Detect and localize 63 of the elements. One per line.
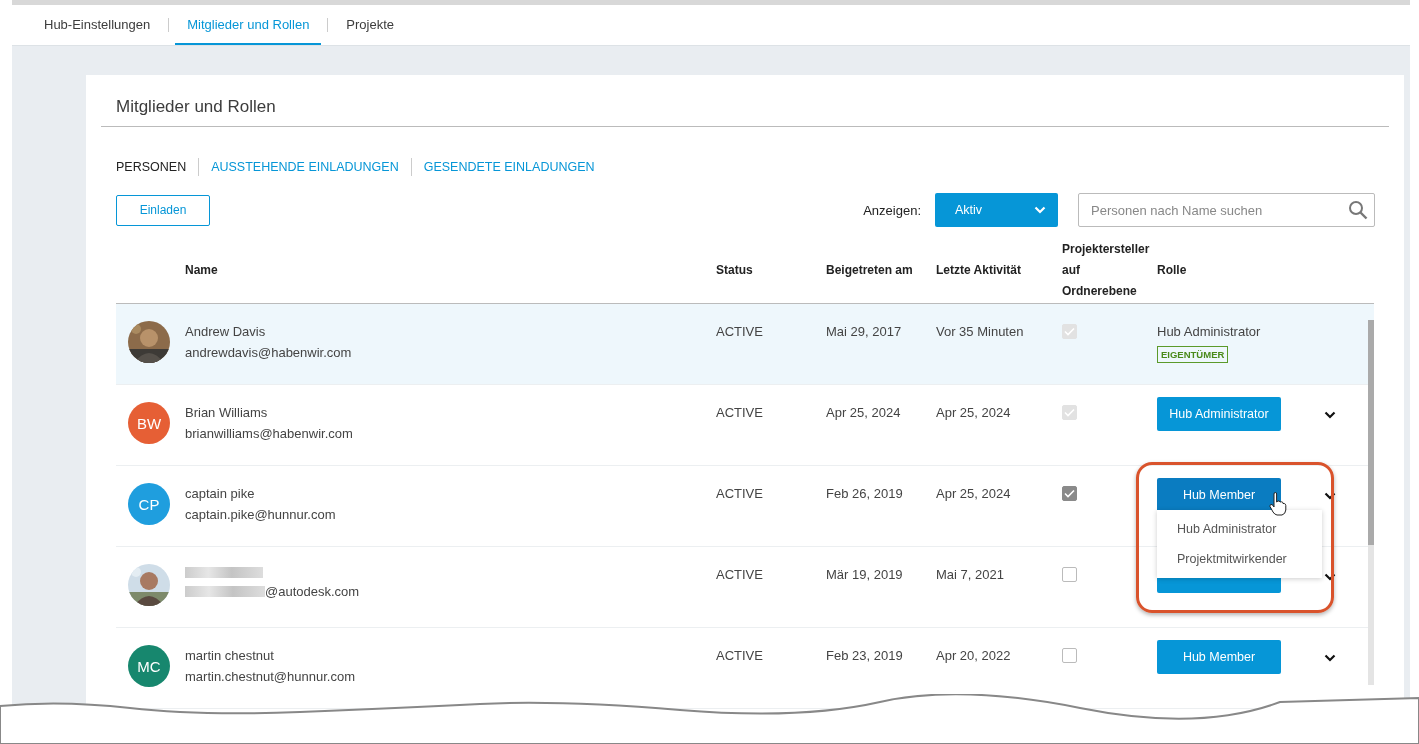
member-name: Andrew Davis — [185, 324, 267, 339]
joined-date: Mai 29, 2017 — [826, 324, 903, 339]
status-text: ACTIVE — [716, 567, 764, 582]
nav-tab[interactable]: Projekte — [334, 5, 407, 45]
column-header: Beigetreten am — [826, 261, 914, 279]
checkbox[interactable] — [1062, 486, 1077, 501]
chevron-down-icon — [1324, 411, 1336, 419]
avatar: MC — [128, 645, 170, 687]
owner-badge: EIGENTÜMER — [1157, 346, 1229, 363]
column-header: Projektersteller auf Ordnerebene — [1062, 240, 1151, 300]
filter-dropdown[interactable]: Aktiv — [935, 193, 1058, 227]
member-name: martin chestnut — [185, 648, 275, 663]
column-header: Letzte Aktivität — [936, 261, 1022, 279]
filter-label: Anzeigen: — [863, 202, 921, 218]
checkbox[interactable] — [1062, 567, 1077, 582]
status-text: ACTIVE — [716, 405, 764, 420]
search-field[interactable]: Personen nach Name suchen — [1078, 193, 1375, 227]
joined-date: Feb 23, 2019 — [826, 648, 904, 663]
scrollbar[interactable] — [1368, 320, 1374, 685]
member-email: andrewdavis@habenwir.com — [185, 345, 352, 360]
search-icon — [1348, 200, 1368, 220]
status-text: ACTIVE — [716, 486, 764, 501]
last-activity: Apr 25, 2024 — [936, 405, 1012, 420]
chevron-down-icon — [1324, 573, 1336, 581]
status-text: ACTIVE — [716, 324, 764, 339]
member-name: Brian Williams — [185, 405, 269, 420]
member-name: captain pike — [185, 486, 256, 501]
role-text: Hub Administrator — [1157, 324, 1262, 339]
member-email: @autodesk.com — [265, 584, 360, 599]
chevron-down-icon — [1034, 206, 1046, 214]
last-activity: Vor 35 Minuten — [936, 324, 1025, 339]
avatar: BW — [128, 402, 170, 444]
card-title: Mitglieder und Rollen — [101, 97, 1389, 127]
invite-button[interactable]: Einladen — [116, 194, 210, 226]
check-icon — [1064, 489, 1075, 498]
check-icon — [1064, 408, 1075, 417]
last-activity: Apr 20, 2022 — [936, 648, 1012, 663]
nav-tab[interactable]: Mitglieder und Rollen — [175, 5, 322, 45]
sub-tab[interactable]: AUSSTEHENDE EINLADUNGEN — [211, 160, 399, 174]
member-email: martin.chestnut@hunnur.com — [185, 669, 355, 684]
column-header: Name — [185, 261, 219, 279]
chevron-down-icon — [1324, 654, 1336, 662]
menu-item[interactable]: Hub Administrator — [1157, 514, 1322, 544]
joined-date: Apr 25, 2024 — [826, 405, 902, 420]
check-icon — [1064, 327, 1075, 336]
avatar: CP — [128, 483, 170, 525]
joined-date: Feb 26, 2019 — [826, 486, 904, 501]
role-button[interactable]: Hub Member — [1157, 478, 1281, 512]
last-activity: Mai 7, 2021 — [936, 567, 1005, 582]
last-activity: Apr 25, 2024 — [936, 486, 1012, 501]
column-header: Rolle — [1157, 261, 1188, 279]
member-email: captain.pike@hunnur.com — [185, 507, 336, 522]
nav-tab[interactable]: Hub-Einstellungen — [32, 5, 163, 45]
chevron-down-icon — [1324, 492, 1336, 500]
role-button[interactable]: Hub Member — [1157, 640, 1281, 674]
checkbox[interactable] — [1062, 648, 1077, 663]
sub-tab[interactable]: GESENDETE EINLADUNGEN — [423, 160, 595, 174]
menu-item[interactable]: Projektmitwirkender — [1157, 544, 1322, 574]
sub-tab[interactable]: PERSONEN — [116, 160, 187, 174]
status-text: ACTIVE — [716, 648, 764, 663]
joined-date: Mär 19, 2019 — [826, 567, 904, 582]
member-email: brianwilliams@habenwir.com — [185, 426, 353, 441]
column-header: Status — [716, 261, 754, 279]
